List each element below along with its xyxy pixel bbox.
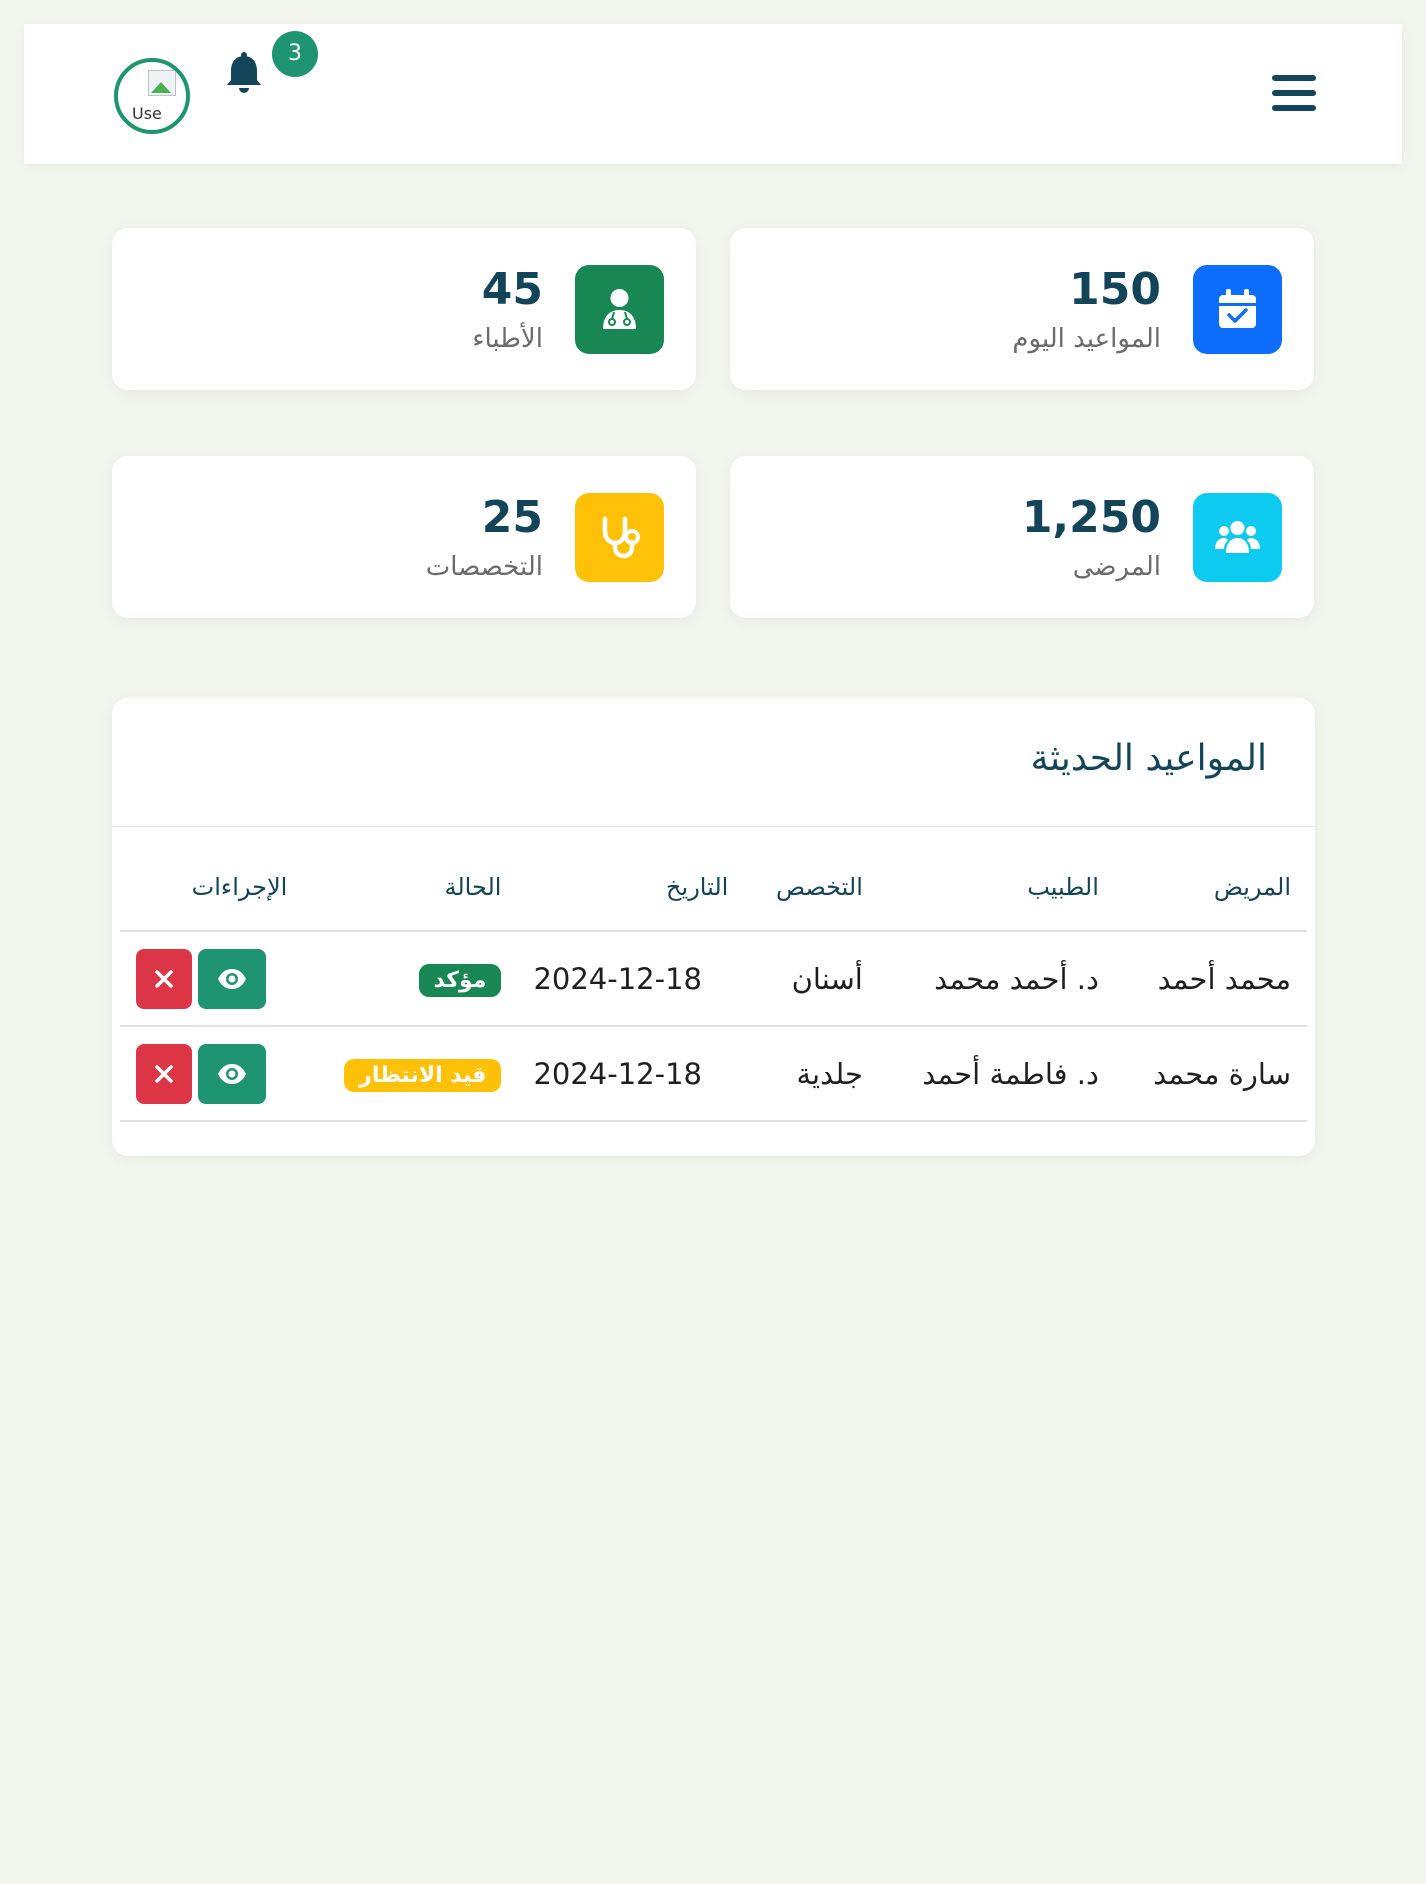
- table-header-row: المريض الطبيب التخصص التاريخ الحالة الإج…: [120, 844, 1307, 932]
- stethoscope-icon: [575, 493, 664, 582]
- bell-icon[interactable]: [222, 50, 266, 96]
- cell-status: مؤكد: [303, 931, 518, 1027]
- cell-date: 2024-12-18: [517, 1026, 745, 1122]
- status-badge: مؤكد: [418, 964, 502, 997]
- close-icon: [155, 969, 173, 988]
- avatar[interactable]: Use: [114, 58, 190, 134]
- stat-card-patients: 1,250 المرضى: [730, 456, 1314, 618]
- cell-date: 2024-12-18: [517, 931, 745, 1027]
- cell-specialty: أسنان: [744, 931, 879, 1027]
- column-header-specialty: التخصص: [744, 844, 879, 932]
- recent-appointments-panel: المواعيد الحديثة المريض الطبيب التخصص ال…: [112, 698, 1315, 1156]
- table-row: سارة محمد د. فاطمة أحمد جلدية 2024-12-18…: [120, 1026, 1307, 1122]
- cell-doctor: د. فاطمة أحمد: [878, 1026, 1115, 1122]
- close-icon: [155, 1064, 173, 1083]
- calendar-check-icon: [1193, 265, 1282, 354]
- appointments-table: المريض الطبيب التخصص التاريخ الحالة الإج…: [120, 844, 1307, 1122]
- cell-actions: [120, 1026, 304, 1122]
- stat-value: 25: [481, 492, 543, 543]
- cell-patient: محمد أحمد: [1114, 931, 1307, 1027]
- view-button[interactable]: [198, 1043, 266, 1104]
- menu-bar: [1272, 75, 1316, 81]
- stat-value: 45: [481, 264, 543, 315]
- doctor-icon: [575, 265, 664, 354]
- status-badge: قيد الانتظار: [344, 1059, 502, 1092]
- stat-card-specialties: 25 التخصصات: [112, 456, 696, 618]
- cell-doctor: د. أحمد محمد: [878, 931, 1115, 1027]
- cell-actions: [120, 931, 304, 1027]
- column-header-date: التاريخ: [517, 844, 745, 932]
- stat-label: المواعيد اليوم: [1012, 324, 1161, 354]
- eye-icon: [218, 968, 246, 989]
- menu-bar: [1272, 105, 1316, 111]
- stat-value: 150: [1069, 264, 1161, 315]
- stat-card-doctors: 45 الأطباء: [112, 228, 696, 390]
- broken-image-icon: [148, 70, 176, 96]
- cell-status: قيد الانتظار: [303, 1026, 518, 1122]
- notification-count-badge: 3: [272, 31, 318, 77]
- column-header-status: الحالة: [303, 844, 518, 932]
- cell-patient: سارة محمد: [1114, 1026, 1307, 1122]
- column-header-doctor: الطبيب: [878, 844, 1115, 932]
- stat-card-appointments-today: 150 المواعيد اليوم: [730, 228, 1314, 390]
- panel-title: المواعيد الحديثة: [1030, 738, 1267, 779]
- cell-specialty: جلدية: [744, 1026, 879, 1122]
- cancel-button[interactable]: [136, 948, 192, 1009]
- avatar-alt-text: Use: [132, 104, 162, 123]
- menu-toggle-button[interactable]: [1272, 71, 1316, 115]
- view-button[interactable]: [198, 948, 266, 1009]
- menu-bar: [1272, 90, 1316, 96]
- column-header-actions: الإجراءات: [120, 844, 304, 932]
- table-row: محمد أحمد د. أحمد محمد أسنان 2024-12-18 …: [120, 931, 1307, 1027]
- cancel-button[interactable]: [136, 1043, 192, 1104]
- panel-header: المواعيد الحديثة: [112, 698, 1315, 827]
- column-header-patient: المريض: [1114, 844, 1307, 932]
- stat-label: الأطباء: [472, 324, 543, 354]
- stat-label: التخصصات: [425, 552, 543, 582]
- stat-label: المرضى: [1072, 552, 1161, 582]
- eye-icon: [218, 1063, 246, 1084]
- users-icon: [1193, 493, 1282, 582]
- stat-value: 1,250: [1021, 492, 1161, 543]
